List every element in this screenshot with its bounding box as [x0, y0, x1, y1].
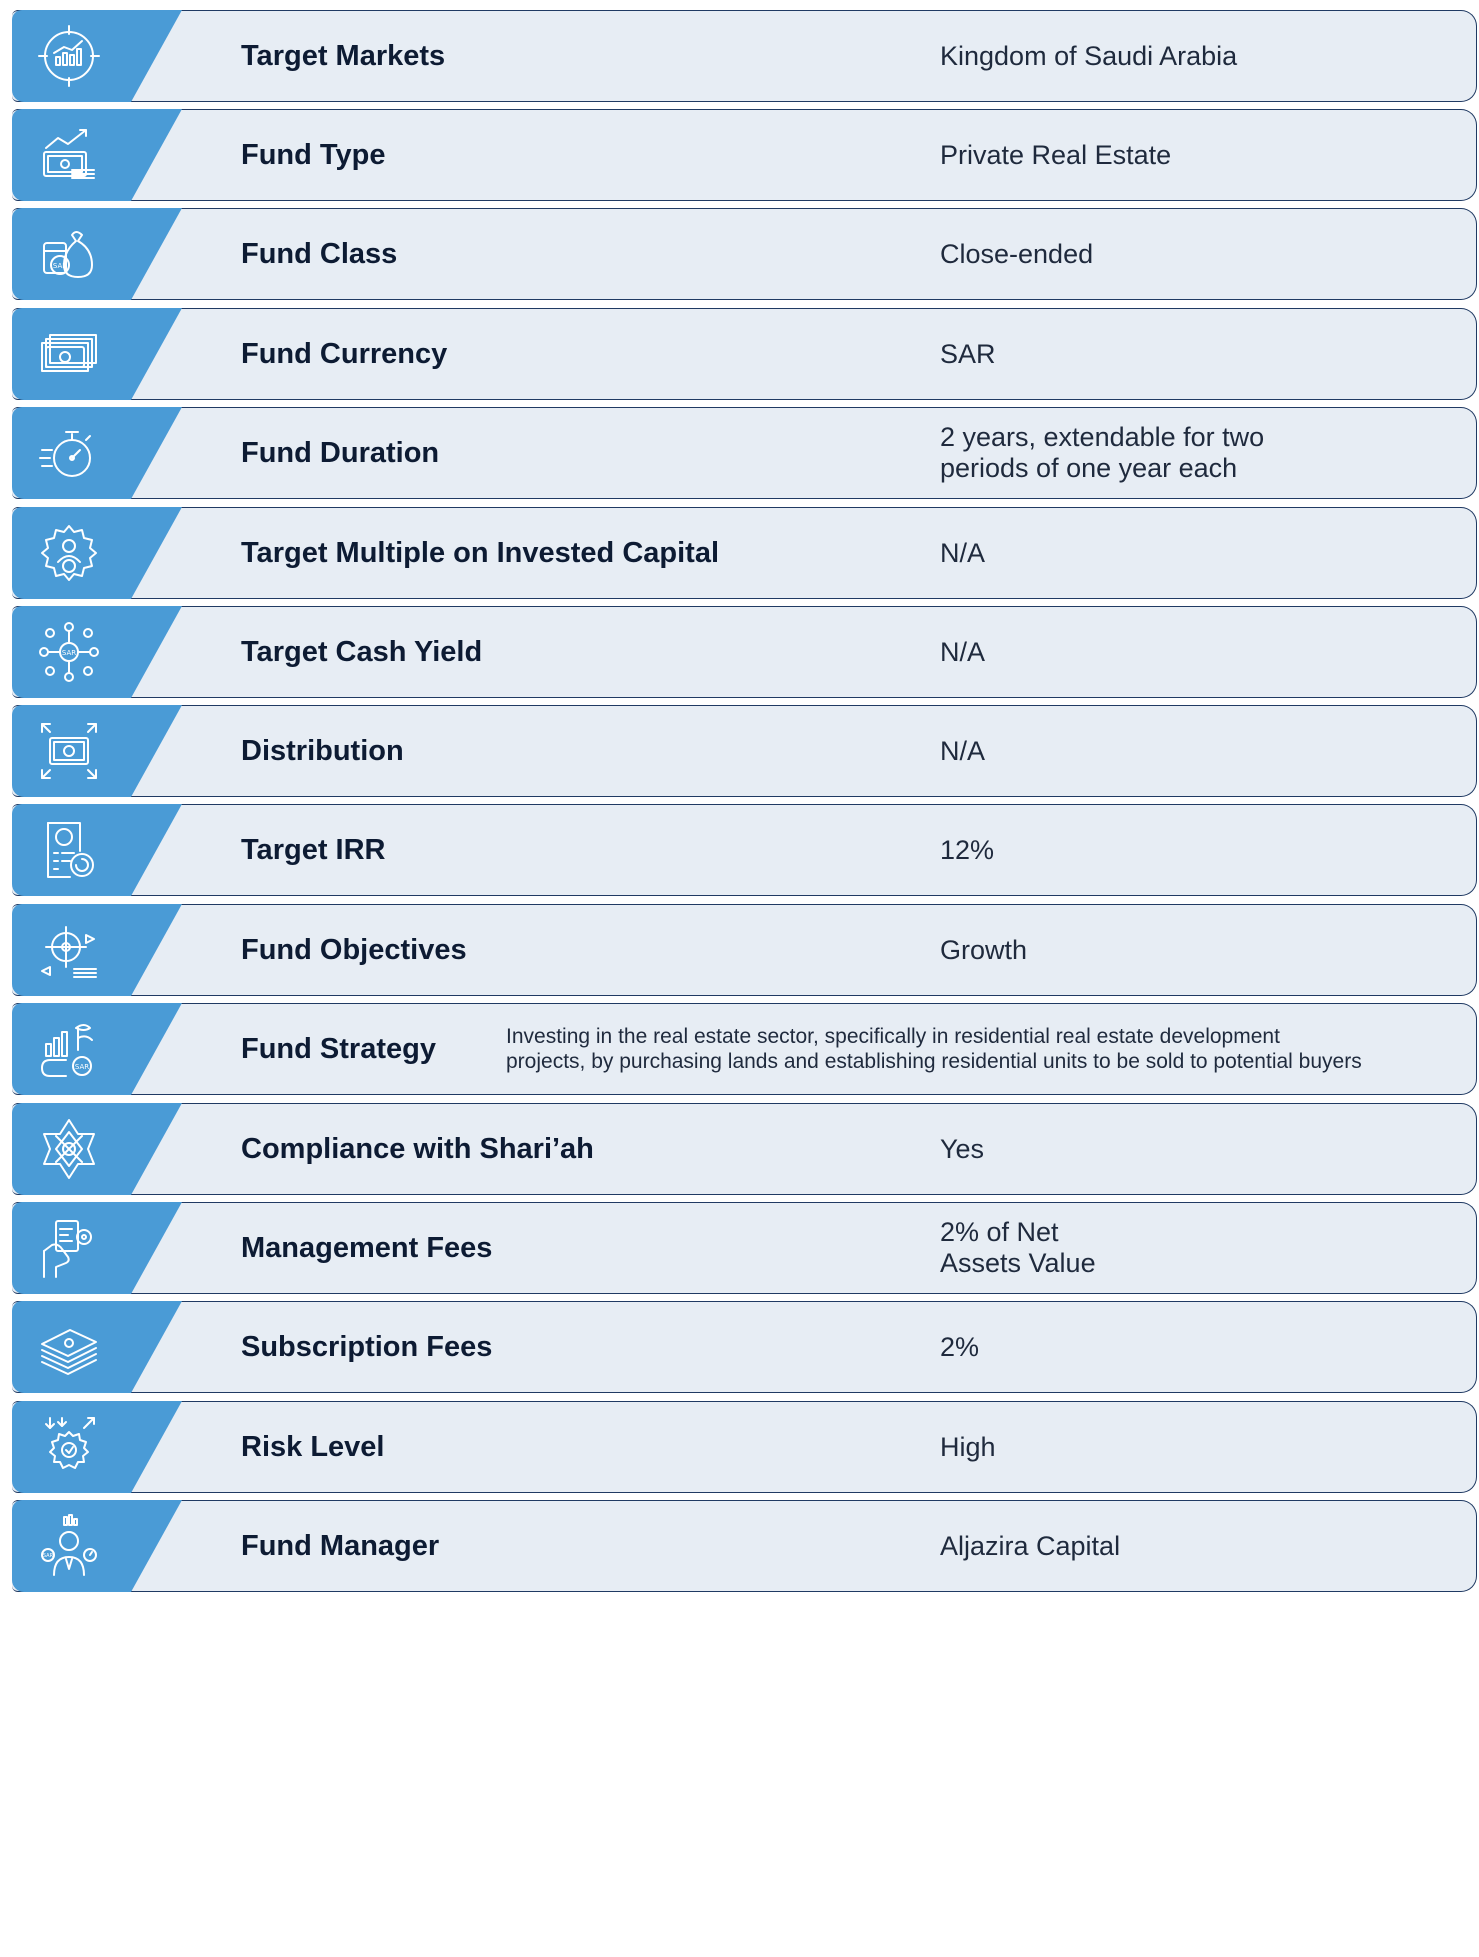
fund-detail-row: Distribution N/A: [0, 705, 1479, 797]
row-value: Investing in the real estate sector, spe…: [506, 1025, 1362, 1073]
row-background: [12, 1500, 1477, 1592]
row-background: [12, 10, 1477, 102]
row-label: Fund Type: [241, 138, 386, 171]
stopwatch-icon: [36, 420, 102, 486]
row-label: Target IRR: [241, 833, 386, 866]
fund-detail-row: Target Markets Kingdom of Saudi Arabia: [0, 10, 1479, 102]
fund-detail-row: Target IRR 12%: [0, 804, 1479, 896]
row-value: 12%: [940, 834, 995, 865]
row-label: Target Markets: [241, 39, 446, 72]
row-background: [12, 308, 1477, 400]
row-label: Fund Currency: [241, 337, 448, 370]
row-value: N/A: [940, 537, 986, 568]
target-market-chart-icon: [36, 23, 102, 89]
row-value: 2%: [940, 1331, 980, 1362]
row-background: [12, 507, 1477, 599]
row-label: Fund Duration: [241, 436, 440, 469]
fund-detail-row: Management Fees 2% of Net Assets Value: [0, 1202, 1479, 1294]
money-stack-icon: [36, 1314, 102, 1380]
row-value: Aljazira Capital: [940, 1530, 1121, 1561]
row-background: [12, 904, 1477, 996]
row-background: [12, 208, 1477, 300]
row-label: Fund Class: [241, 237, 398, 270]
row-label: Subscription Fees: [241, 1330, 493, 1363]
row-value: High: [940, 1431, 996, 1462]
row-label: Management Fees: [241, 1231, 493, 1264]
row-background: [12, 109, 1477, 201]
fund-detail-row: SAR Fund Class Close-ended: [0, 208, 1479, 300]
row-value: Yes: [940, 1133, 985, 1164]
row-background: [12, 1202, 1477, 1294]
risk-gear-icon: [36, 1414, 102, 1480]
svg-text:SAR: SAR: [75, 1063, 89, 1071]
row-background: [12, 606, 1477, 698]
fund-detail-row: SAR Fund Strategy Investing in the real es…: [0, 1003, 1479, 1095]
fund-detail-row: Risk Level High: [0, 1401, 1479, 1493]
row-label: Fund Strategy: [241, 1032, 436, 1065]
row-value: 2% of Net Assets Value: [940, 1217, 1096, 1278]
row-value: 2 years, extendable for two periods of o…: [940, 422, 1265, 483]
manager-person-icon: SAR: [36, 1513, 102, 1579]
row-label: Target Multiple on Invested Capital: [241, 536, 720, 569]
gear-person-sar-icon: [36, 520, 102, 586]
row-label: Compliance with Shari’ah: [241, 1132, 594, 1165]
fund-detail-row: Fund Duration 2 years, extendable for two…: [0, 407, 1479, 499]
strategy-growth-icon: SAR: [36, 1016, 102, 1082]
fund-detail-row: Fund Currency SAR: [0, 308, 1479, 400]
row-value: N/A: [940, 735, 986, 766]
fund-detail-row: Subscription Fees 2%: [0, 1301, 1479, 1393]
fund-detail-row: Fund Objectives Growth: [0, 904, 1479, 996]
money-growth-icon: [36, 122, 102, 188]
row-label: Risk Level: [241, 1430, 385, 1463]
svg-text:SAR: SAR: [43, 1553, 54, 1559]
row-value: N/A: [940, 636, 986, 667]
banknotes-icon: [36, 321, 102, 387]
fund-detail-row: Compliance with Shari’ah Yes: [0, 1103, 1479, 1195]
network-sar-icon: SAR: [36, 619, 102, 685]
money-bag-sar-icon: SAR: [36, 221, 102, 287]
row-background: [12, 1401, 1477, 1493]
row-label: Distribution: [241, 734, 404, 767]
svg-text:SAR: SAR: [53, 262, 67, 270]
row-value: Close-ended: [940, 238, 1094, 269]
fund-detail-row: Target Multiple on Invested Capital N/A: [0, 507, 1479, 599]
hand-settings-icon: [36, 1215, 102, 1281]
fund-detail-row: Fund Type Private Real Estate: [0, 109, 1479, 201]
row-background: [12, 1301, 1477, 1393]
document-dollar-icon: [36, 817, 102, 883]
fund-detail-row: SAR Fund Manager Aljazira Capital: [0, 1500, 1479, 1592]
row-label: Fund Objectives: [241, 933, 467, 966]
fund-detail-row: SAR Target Cash Yield N/A: [0, 606, 1479, 698]
row-label: Fund Manager: [241, 1529, 440, 1562]
row-background: [12, 804, 1477, 896]
row-background: [12, 705, 1477, 797]
row-value: SAR: [940, 338, 996, 369]
islamic-pattern-icon: [36, 1116, 102, 1182]
target-objectives-icon: [36, 917, 102, 983]
banknote-arrows-icon: [36, 718, 102, 784]
row-background: [12, 1103, 1477, 1195]
row-label: Target Cash Yield: [241, 635, 483, 668]
row-value: Growth: [940, 934, 1028, 965]
row-value: Private Real Estate: [940, 139, 1172, 170]
svg-text:SAR: SAR: [62, 649, 76, 657]
row-value: Kingdom of Saudi Arabia: [940, 40, 1238, 71]
